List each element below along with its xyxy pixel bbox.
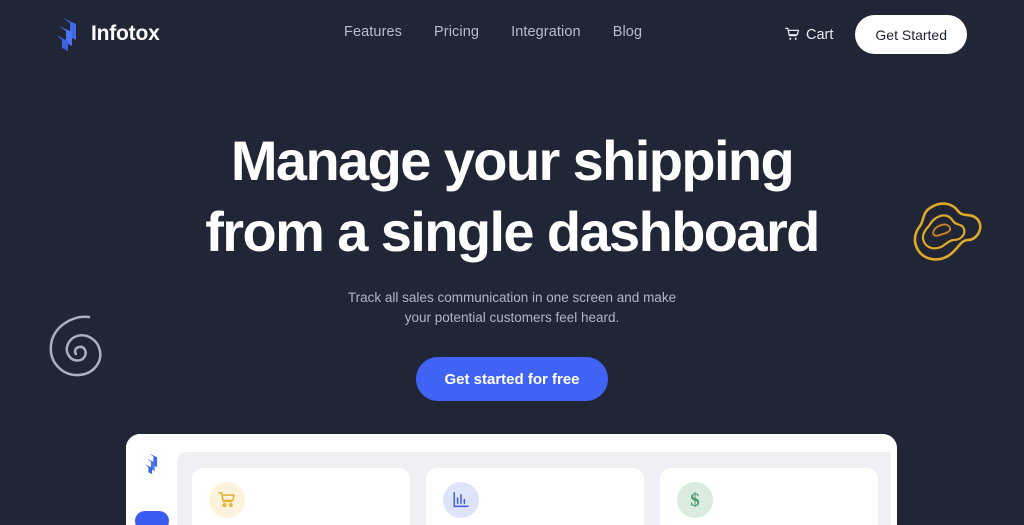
header-actions: Cart Get Started [785,15,967,54]
dashboard-content: $ [177,452,891,525]
hero-subtitle-line-1: Track all sales communication in one scr… [347,290,677,305]
main-nav: Features Pricing Integration Blog [344,24,642,40]
dollar-glyph: $ [690,489,700,511]
stat-card[interactable]: $ [660,468,878,525]
nav-item-blog[interactable]: Blog [613,24,642,40]
hero-title-line-2: from a single dashboard [205,200,820,263]
cart-label: Cart [806,26,834,43]
get-started-button[interactable]: Get Started [855,15,967,54]
hero-section: Manage your shipping from a single dashb… [0,125,1024,401]
nav-item-pricing[interactable]: Pricing [434,24,479,40]
nav-item-integration[interactable]: Integration [511,24,581,40]
hero-subtitle: Track all sales communication in one scr… [0,288,1024,328]
hero-subtitle-line-2: your potential customers feel heard. [404,310,620,325]
page-title: Manage your shipping from a single dashb… [0,125,1024,267]
dollar-sign-icon: $ [677,482,713,518]
bar-chart-icon [443,482,479,518]
stat-card[interactable] [192,468,410,525]
site-header: Infotox Features Pricing Integration Blo… [0,0,1024,70]
stat-card[interactable] [426,468,644,525]
cart-link[interactable]: Cart [785,15,833,54]
brand-name: Infotox [91,22,160,45]
infotox-layers-logo-icon [142,451,161,476]
get-started-for-free-button[interactable]: Get started for free [416,357,608,401]
nav-item-features[interactable]: Features [344,24,402,40]
shopping-cart-icon [785,27,800,42]
shopping-cart-icon [209,482,245,518]
dashboard-sidebar [126,434,177,525]
sidebar-active-pill[interactable] [134,511,169,525]
hero-title-line-1: Manage your shipping [230,129,795,192]
infotox-layers-logo-icon [52,14,82,54]
brand-logo[interactable]: Infotox [52,14,160,54]
dashboard-preview: $ [126,434,897,525]
